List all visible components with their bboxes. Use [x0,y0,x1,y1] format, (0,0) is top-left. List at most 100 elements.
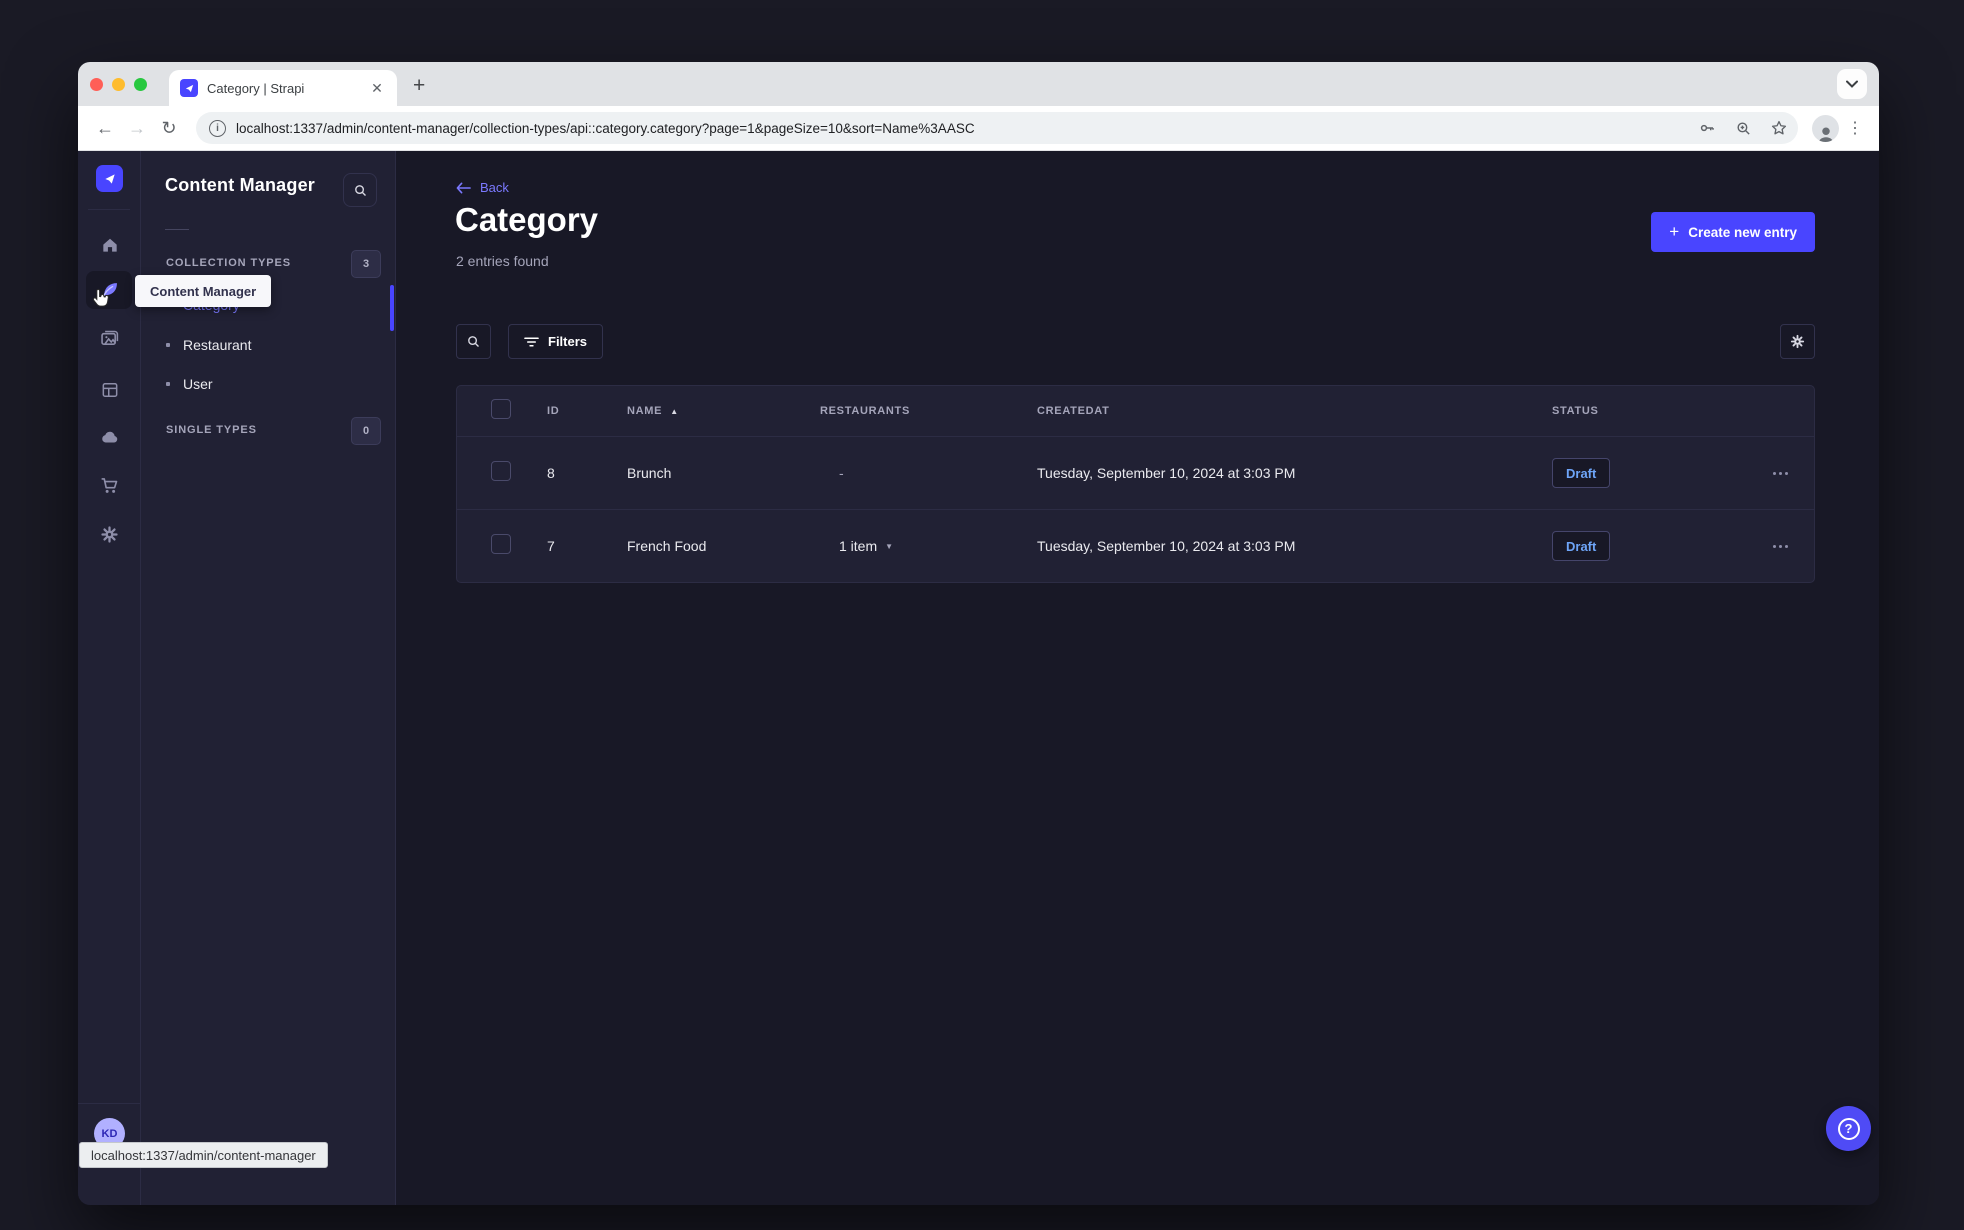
back-link[interactable]: Back [456,180,509,195]
sidebar-item-home[interactable] [78,227,141,263]
traffic-lights [90,62,147,106]
column-header-status[interactable]: STATUS [1552,405,1747,417]
sidebar-item-marketplace[interactable] [78,467,141,503]
subnav-title: Content Manager [165,175,316,195]
back-label: Back [480,180,509,195]
tab-title: Category | Strapi [207,80,305,96]
column-header-restaurants[interactable]: RESTAURANTS [820,405,1037,417]
filter-icon [524,337,539,346]
row-actions-button[interactable] [1747,544,1814,548]
strapi-logo[interactable] [96,165,123,192]
table-search-button[interactable] [456,324,491,359]
url-text[interactable]: localhost:1337/admin/content-manager/col… [236,121,1684,136]
row-checkbox[interactable] [491,460,511,481]
chevron-down-icon [1846,80,1858,88]
plus-icon: + [1669,221,1680,241]
section-single-types-label: SINGLE TYPES [166,424,257,436]
cell-restaurants[interactable]: 1 item ▼ [820,538,1037,554]
row-actions-button[interactable] [1747,471,1814,475]
arrow-left-icon [456,182,471,193]
column-header-createdat[interactable]: CREATEDAT [1037,405,1552,417]
tab-search-button[interactable] [1837,69,1867,99]
single-types-count-badge: 0 [351,417,381,445]
tab-close-icon[interactable]: ✕ [368,79,386,97]
row-checkbox[interactable] [491,533,511,554]
back-nav-button[interactable]: ← [92,115,118,141]
question-icon: ? [1837,1117,1860,1140]
zoom-page-icon[interactable] [1730,115,1756,141]
sidebar-item-label: Restaurant [183,337,252,353]
status-badge: Draft [1552,458,1611,488]
section-collection-types-label: COLLECTION TYPES [166,257,292,269]
view-settings-button[interactable] [1780,324,1815,359]
subnav-search-button[interactable] [343,173,377,207]
status-badge: Draft [1552,531,1611,561]
chevron-down-icon: ▼ [885,541,894,551]
cell-restaurants: - [839,465,844,481]
rail-bottom-divider [78,1103,140,1104]
help-button[interactable]: ? [1826,1106,1871,1151]
table-row[interactable]: 7 French Food 1 item ▼ Tuesday, September… [457,509,1814,582]
bookmark-star-icon[interactable] [1766,115,1792,141]
column-header-id[interactable]: ID [547,405,627,417]
bullet-icon [166,343,170,347]
cell-createdat: Tuesday, September 10, 2024 at 3:03 PM [1037,538,1296,554]
column-header-name[interactable]: NAME ▲ [627,405,820,417]
subnav-panel: Content Manager COLLECTION TYPES 3 Categ… [141,151,396,1205]
new-tab-button[interactable]: + [413,74,425,98]
reload-button[interactable]: ↻ [156,115,182,141]
filters-button[interactable]: Filters [508,324,604,359]
sidebar-item-user[interactable]: User [166,376,213,392]
passwords-key-icon[interactable] [1694,115,1720,141]
site-info-icon[interactable]: i [209,119,226,137]
browser-toolbar: ← → ↻ i localhost:1337/admin/content-man… [78,106,1879,151]
create-button-label: Create new entry [1688,224,1797,240]
sidebar-item-restaurant[interactable]: Restaurant [166,337,251,353]
sidebar-item-deploy[interactable] [78,419,141,455]
bullet-icon [166,382,170,386]
table-row[interactable]: 8 Brunch - Tuesday, September 10, 2024 a… [457,436,1814,509]
images-icon [101,330,119,345]
sidebar-item-settings[interactable] [78,516,141,552]
browser-menu-kebab-icon[interactable]: ⋮ [1845,118,1865,138]
content-manager-tooltip: Content Manager [135,275,272,307]
entries-count: 2 entries found [456,253,549,269]
forward-nav-button[interactable]: → [124,115,150,141]
cell-id: 8 [547,465,555,481]
filters-label: Filters [548,334,588,349]
create-new-entry-button[interactable]: + Create new entry [1651,212,1815,252]
subnav-divider [165,229,189,230]
cloud-icon [101,431,117,443]
strapi-favicon-icon [180,79,198,97]
browser-tab[interactable]: Category | Strapi ✕ [169,70,397,106]
browser-profile-button[interactable] [1812,114,1839,142]
main-area: Back Category 2 entries found + Create n… [396,151,1879,1205]
close-window-button[interactable] [90,77,103,91]
cell-createdat: Tuesday, September 10, 2024 at 3:03 PM [1037,465,1296,481]
strapi-app: KD Content Manager COLLECTION TYPES 3 Ca… [78,151,1879,1205]
hand-cursor-icon [89,286,114,316]
desktop: Category | Strapi ✕ + ← → ↻ i localhost:… [0,0,1964,1230]
url-bar[interactable]: i localhost:1337/admin/content-manager/c… [196,112,1798,144]
ellipsis-icon [1773,544,1776,548]
sidebar-item-media-library[interactable] [78,320,141,356]
home-icon [102,238,117,252]
ellipsis-icon [1773,471,1776,475]
select-all-checkbox[interactable] [491,398,511,419]
search-icon [354,184,366,196]
layout-icon [102,383,117,397]
cell-name: French Food [627,538,707,554]
sidebar-item-label: User [183,376,213,392]
maximize-window-button[interactable] [134,77,147,91]
minimize-window-button[interactable] [112,77,125,91]
sidebar-item-content-type-builder[interactable] [78,372,141,408]
browser-window: Category | Strapi ✕ + ← → ↻ i localhost:… [78,62,1879,1205]
gear-icon [1790,334,1805,349]
active-item-indicator [390,285,394,331]
gear-icon [101,525,118,543]
cell-id: 7 [547,538,555,554]
browser-status-bar: localhost:1337/admin/content-manager [79,1142,328,1168]
rail-divider [88,209,130,210]
cell-name: Brunch [627,465,672,481]
table-header-row: ID NAME ▲ RESTAURANTS CREATEDAT STATUS [457,386,1814,436]
